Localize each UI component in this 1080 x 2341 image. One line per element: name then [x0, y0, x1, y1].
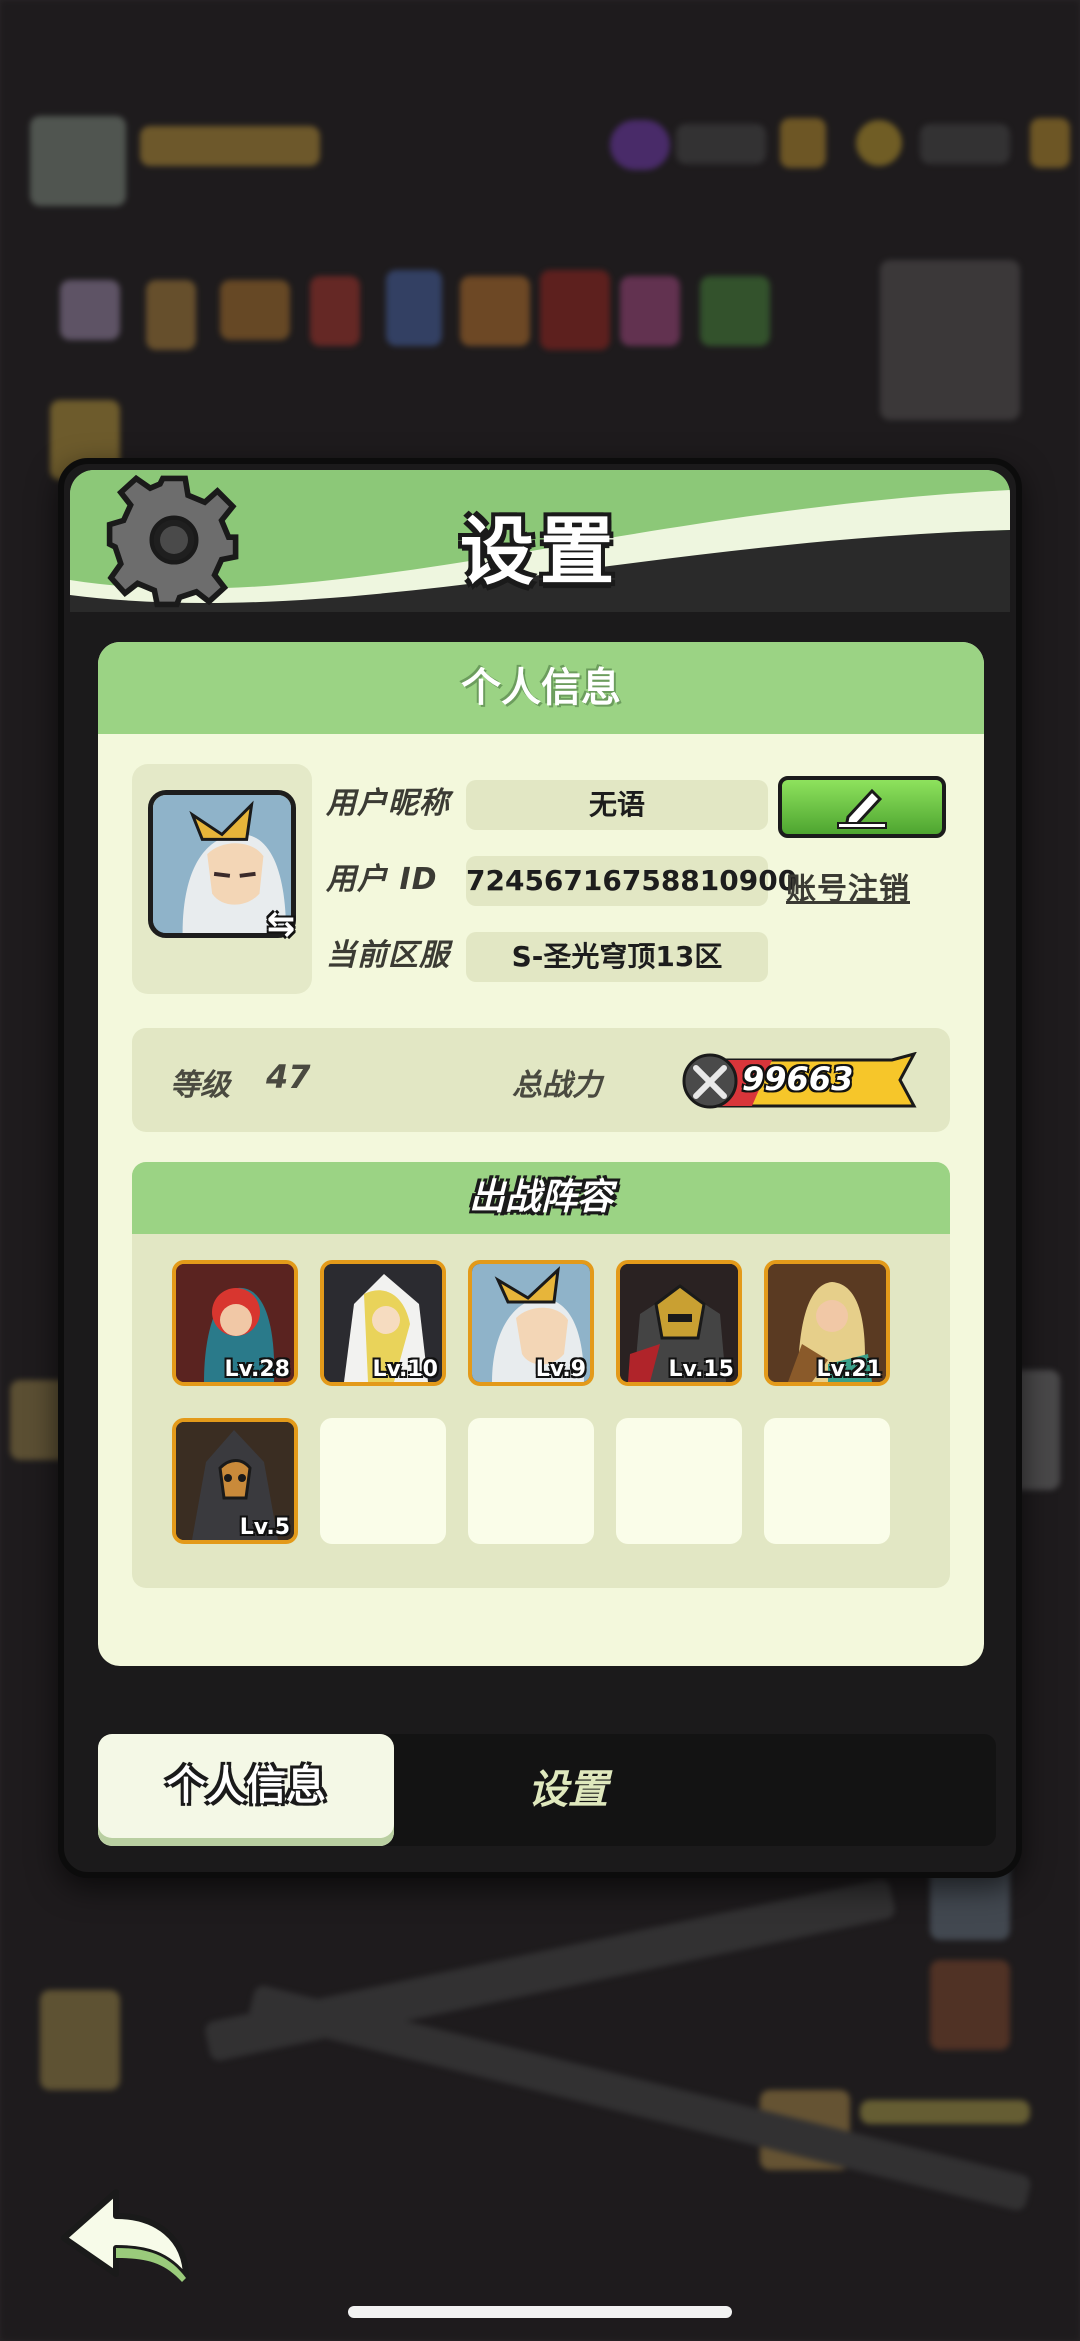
personal-info-panel: 个人信息 ⇆ 用户昵称 无语 用户 ID 72456716758810900 账…: [98, 642, 984, 1666]
hero-level: Lv.9: [535, 1357, 586, 1382]
pencil-icon: [837, 788, 887, 829]
tab-settings[interactable]: 设置: [448, 1734, 688, 1846]
tab-bar: 个人信息 设置: [98, 1734, 996, 1846]
hero-slot[interactable]: Lv.28: [172, 1260, 298, 1386]
level-label: 等级: [170, 1068, 230, 1103]
panel-title: 个人信息: [98, 642, 984, 734]
empty-hero-slot[interactable]: [616, 1418, 742, 1544]
hero-level: Lv.5: [239, 1515, 290, 1540]
avatar-frame[interactable]: ⇆: [132, 764, 312, 994]
home-indicator[interactable]: [348, 2306, 732, 2318]
dialog-title: 设置: [460, 509, 620, 595]
settings-dialog: 设置 个人信息 ⇆ 用户昵称 无语 用户 ID 7245671675881090…: [58, 458, 1022, 1878]
battle-lineup: 出战阵容 Lv.28 Lv.10 Lv.9 Lv.15 Lv.21 Lv.5: [132, 1162, 950, 1588]
edit-nickname-button[interactable]: [778, 776, 946, 838]
power-value: 99663: [742, 1060, 854, 1098]
empty-hero-slot[interactable]: [468, 1418, 594, 1544]
hero-slot[interactable]: Lv.10: [320, 1260, 446, 1386]
level-value: 47: [266, 1058, 311, 1096]
power-label: 总战力: [512, 1068, 602, 1103]
hero-slot[interactable]: Lv.15: [616, 1260, 742, 1386]
tab-personal-info[interactable]: 个人信息: [98, 1734, 394, 1846]
nickname-label: 用户昵称: [326, 786, 450, 821]
lineup-title: 出战阵容: [132, 1162, 950, 1234]
empty-hero-slot[interactable]: [320, 1418, 446, 1544]
nickname-value: 无语: [466, 780, 768, 830]
hero-slot[interactable]: Lv.5: [172, 1418, 298, 1544]
hero-level: Lv.21: [816, 1357, 882, 1382]
user-id-label: 用户 ID: [326, 862, 438, 897]
stats-bar: 等级 47 总战力 99663: [132, 1028, 950, 1132]
server-label: 当前区服: [326, 938, 450, 973]
dialog-header: 设置: [70, 470, 1010, 612]
hero-level: Lv.15: [668, 1357, 734, 1382]
empty-hero-slot[interactable]: [764, 1418, 890, 1544]
back-arrow-icon[interactable]: [56, 2178, 196, 2288]
power-badge: 99663: [682, 1051, 922, 1110]
server-value: S-圣光穹顶13区: [466, 932, 768, 982]
hero-level: Lv.28: [224, 1357, 290, 1382]
hero-slot[interactable]: Lv.21: [764, 1260, 890, 1386]
swap-avatar-icon[interactable]: ⇆: [260, 904, 302, 944]
cancel-account-link[interactable]: 账号注销: [786, 864, 910, 908]
user-id-value: 72456716758810900: [466, 856, 797, 906]
hero-slot[interactable]: Lv.9: [468, 1260, 594, 1386]
hero-level: Lv.10: [372, 1357, 438, 1382]
